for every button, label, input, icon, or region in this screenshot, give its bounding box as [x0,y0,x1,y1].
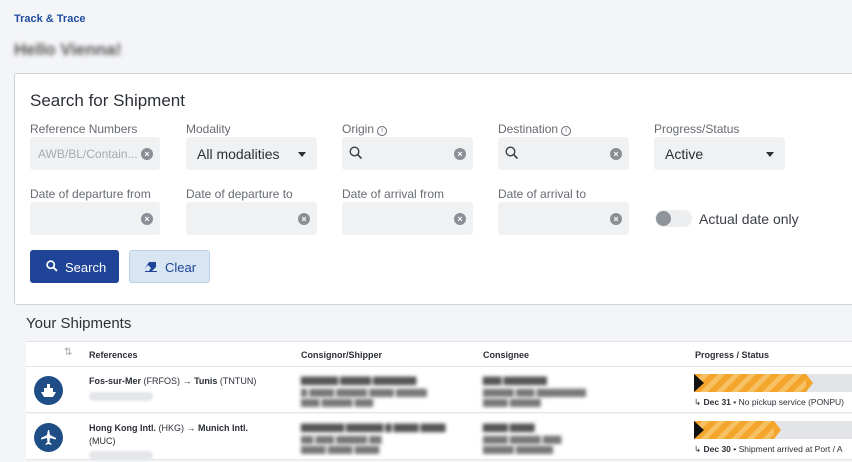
clear-icon[interactable]: × [454,148,466,160]
consignor-address: ▇▇ ▇▇▇ ▇▇▇▇▇ ▇▇ [301,435,382,444]
reference-input[interactable]: AWB/BL/Contain... × [30,137,160,170]
dep-to-label: Date of departure to [186,187,293,201]
origin-input[interactable]: × [342,137,473,170]
airplane-icon [34,423,63,452]
route: Fos-sur-Mer (FRFOS) → Tunis (TNTUN) [89,376,257,386]
clear-button-label: Clear [165,260,197,275]
col-progress[interactable]: Progress / Status [695,350,769,360]
arr-from-input[interactable]: × [342,202,473,235]
destination-input[interactable]: × [498,137,629,170]
progress-start [694,374,704,392]
reference-pill [89,392,153,401]
progress-label: Progress/Status [654,122,740,136]
search-icon [349,146,363,160]
eraser-icon [145,262,157,272]
route: Hong Kong Intl. (HKG) → Munich Intl. (MU… [89,423,249,446]
consignor-city: ▇▇▇▇ ▇▇▇▇ ▇▇▇▇ [301,445,380,454]
ship-icon [34,376,63,405]
dep-to-input[interactable]: × [186,202,317,235]
search-icon [46,260,58,272]
dep-from-label: Date of departure from [30,187,151,201]
consignor-name: ▇▇▇▇▇▇▇ ▇▇▇▇▇▇ ▇ ▇▇▇▇ ▇▇▇▇ [301,423,446,432]
consignee-address: ▇▇▇▇▇ ▇▇▇ ▇▇▇▇▇▇▇▇ [483,388,586,397]
toggle-knob [656,211,671,226]
reference-label: Reference Numbers [30,122,138,136]
reference-pill [89,451,153,460]
progress-fill [694,421,774,439]
progress-bar [694,421,852,439]
table-row[interactable]: Hong Kong Intl. (HKG) → Munich Intl. (MU… [26,414,852,460]
consignor-address: ▇ ▇▇▇▇ ▇▇▇▇▇ ▇▇▇▇ ▇▇▇▇▇ [301,388,427,397]
status-text: ↳ Dec 31 • No pickup service (PONPU) [694,397,844,407]
actual-date-toggle[interactable] [655,210,692,227]
col-consignor[interactable]: Consignor/Shipper [301,350,382,360]
col-consignee[interactable]: Consignee [483,350,529,360]
progress-select[interactable]: Active [654,137,785,170]
arr-from-label: Date of arrival from [342,187,445,201]
clear-icon[interactable]: × [610,148,622,160]
clear-icon[interactable]: × [298,213,310,225]
top-bar: Track & Trace [0,0,852,36]
consignor-city: ▇▇▇ ▇▇▇▇▇ ▇▇▇ [301,398,374,407]
clear-icon[interactable]: × [141,213,153,225]
shipments-title: Your Shipments [26,315,132,332]
progress-arrow [806,374,813,392]
chevron-down-icon [298,152,306,157]
consignee-city: ▇▇▇▇ ▇▇▇▇▇ [483,398,541,407]
actual-date-label: Actual date only [699,211,799,227]
consignee-address: ▇▇▇▇ ▇▇▇▇▇ ▇▇▇ [483,435,562,444]
consignee-name: ▇▇▇▇ ▇▇▇▇ [483,423,535,432]
search-panel: Search for Shipment Reference Numbers Mo… [14,73,852,305]
consignor-name: ▇▇▇▇▇▇ ▇▇▇▇▇ ▇▇▇▇▇▇▇ [301,376,417,385]
clear-icon[interactable]: × [454,213,466,225]
info-icon[interactable]: i [377,126,388,136]
clear-button[interactable]: Clear [129,250,210,283]
table-header: ⇅ References Consignor/Shipper Consignee… [26,341,852,367]
modality-select[interactable]: All modalities [186,137,317,170]
progress-arrow [774,421,781,439]
consignee-city: ▇▇▇▇▇ ▇▇▇▇▇▇ [483,445,553,454]
origin-label: Origin i [342,122,388,136]
clear-icon[interactable]: × [141,148,153,160]
col-references[interactable]: References [89,350,138,360]
consignee-name: ▇▇▇ ▇▇▇▇▇▇▇ [483,376,547,385]
modality-label: Modality [186,122,231,136]
dep-from-input[interactable]: × [30,202,160,235]
greeting: Hello Vienna! [14,40,122,59]
progress-bar [694,374,852,392]
progress-fill [694,374,806,392]
reference-placeholder: AWB/BL/Contain... [38,147,138,161]
info-icon[interactable]: i [561,126,572,136]
arr-to-input[interactable]: × [498,202,629,235]
sort-icon[interactable]: ⇅ [64,347,72,358]
breadcrumb[interactable]: Track & Trace [14,13,86,25]
search-button[interactable]: Search [30,250,119,283]
arr-to-label: Date of arrival to [498,187,587,201]
destination-label: Destination i [498,122,572,136]
modality-value: All modalities [197,146,280,162]
progress-value: Active [665,146,704,162]
search-icon [505,146,519,160]
status-text: ↳ Dec 30 • Shipment arrived at Port / A [694,444,843,454]
search-button-label: Search [65,260,107,275]
table-row[interactable]: Fos-sur-Mer (FRFOS) → Tunis (TNTUN) ▇▇▇▇… [26,367,852,413]
chevron-down-icon [766,152,774,157]
clear-icon[interactable]: × [610,213,622,225]
search-title: Search for Shipment [30,91,185,110]
progress-start [694,421,704,439]
